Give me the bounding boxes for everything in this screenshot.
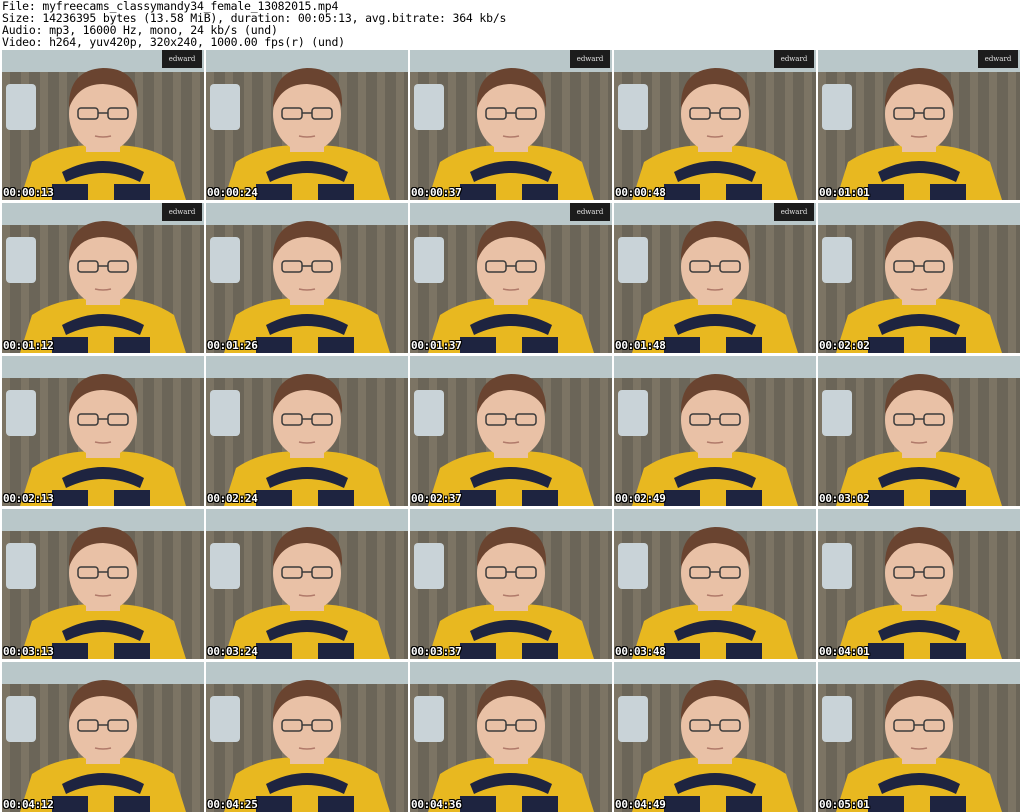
thumbnail-timestamp: 00:01:01 [819, 186, 870, 199]
thumbnail-timestamp: 00:03:37 [411, 645, 462, 658]
thumbnail-frame-image [206, 50, 408, 200]
thumbnail-frame-image [206, 356, 408, 506]
sign-text: edward [577, 55, 604, 63]
thumbnail-timestamp: 00:02:13 [3, 492, 54, 505]
thumbnail-frame-image [206, 509, 408, 659]
thumbnail-timestamp: 00:04:49 [615, 798, 666, 811]
thumbnail-timestamp: 00:01:48 [615, 339, 666, 352]
file-info-header: File: myfreecams_classymandy34_female_13… [2, 0, 1020, 50]
video-thumbnail: 00:03:24 [206, 509, 408, 659]
thumbnail-frame-image [818, 509, 1020, 659]
thumbnail-frame-image: edward [614, 203, 816, 353]
thumbnail-timestamp: 00:04:25 [207, 798, 258, 811]
video-thumbnail: edward 00:01:12 [2, 203, 204, 353]
video-thumbnail: edward 00:01:37 [410, 203, 612, 353]
video-thumbnail: 00:04:01 [818, 509, 1020, 659]
video-thumbnail: 00:04:12 [2, 662, 204, 812]
video-thumbnail: 00:04:25 [206, 662, 408, 812]
thumbnail-timestamp: 00:05:01 [819, 798, 870, 811]
video-thumbnail: 00:03:37 [410, 509, 612, 659]
video-thumbnail: 00:02:37 [410, 356, 612, 506]
thumbnail-timestamp: 00:03:02 [819, 492, 870, 505]
thumbnail-frame-image: edward [2, 203, 204, 353]
thumbnail-frame-image [818, 356, 1020, 506]
video-thumbnail: 00:05:01 [818, 662, 1020, 812]
video-thumbnail: 00:03:02 [818, 356, 1020, 506]
thumbnail-timestamp: 00:00:24 [207, 186, 258, 199]
video-thumbnail: 00:02:49 [614, 356, 816, 506]
thumbnail-frame-image [614, 662, 816, 812]
thumbnail-frame-image [410, 356, 612, 506]
thumbnail-frame-image [614, 356, 816, 506]
thumbnail-frame-image [818, 203, 1020, 353]
video-thumbnail: edward 00:00:13 [2, 50, 204, 200]
video-thumbnail: 00:02:13 [2, 356, 204, 506]
thumbnail-frame-image [2, 356, 204, 506]
sign-text: edward [577, 208, 604, 216]
video-thumbnail: edward 00:01:01 [818, 50, 1020, 200]
thumbnail-timestamp: 00:03:13 [3, 645, 54, 658]
thumbnail-frame-image: edward [2, 50, 204, 200]
thumbnail-frame-image [2, 509, 204, 659]
thumbnail-frame-image [206, 662, 408, 812]
video-thumbnail: 00:01:26 [206, 203, 408, 353]
thumbnail-timestamp: 00:00:37 [411, 186, 462, 199]
thumbnail-timestamp: 00:02:49 [615, 492, 666, 505]
thumbnail-timestamp: 00:04:01 [819, 645, 870, 658]
video-thumbnail: edward 00:00:37 [410, 50, 612, 200]
thumbnail-frame-image [206, 203, 408, 353]
thumbnail-timestamp: 00:02:37 [411, 492, 462, 505]
video-thumbnail: edward 00:01:48 [614, 203, 816, 353]
video-thumbnail: 00:03:48 [614, 509, 816, 659]
thumbnail-timestamp: 00:01:26 [207, 339, 258, 352]
thumbnail-timestamp: 00:01:37 [411, 339, 462, 352]
thumbnail-frame-image [614, 509, 816, 659]
thumbnail-timestamp: 00:04:12 [3, 798, 54, 811]
thumbnail-frame-image [410, 509, 612, 659]
video-thumbnail: 00:03:13 [2, 509, 204, 659]
thumbnail-frame-image: edward [614, 50, 816, 200]
video-thumbnail: 00:00:24 [206, 50, 408, 200]
thumbnail-frame-image: edward [410, 50, 612, 200]
thumbnail-frame-image: edward [410, 203, 612, 353]
thumbnail-timestamp: 00:03:48 [615, 645, 666, 658]
thumbnail-grid: edward 00:00:13 00:00:24 edward 00:00:37 edwa… [2, 50, 1022, 812]
video-thumbnail: 00:04:36 [410, 662, 612, 812]
thumbnail-timestamp: 00:03:24 [207, 645, 258, 658]
sign-text: edward [781, 208, 808, 216]
thumbnail-timestamp: 00:02:02 [819, 339, 870, 352]
thumbnail-frame-image [818, 662, 1020, 812]
video-thumbnail: 00:04:49 [614, 662, 816, 812]
thumbnail-timestamp: 00:00:48 [615, 186, 666, 199]
thumbnail-timestamp: 00:04:36 [411, 798, 462, 811]
thumbnail-frame-image: edward [818, 50, 1020, 200]
thumbnail-timestamp: 00:01:12 [3, 339, 54, 352]
sign-text: edward [781, 55, 808, 63]
sign-text: edward [985, 55, 1012, 63]
sign-text: edward [169, 208, 196, 216]
sign-text: edward [169, 55, 196, 63]
thumbnail-frame-image [2, 662, 204, 812]
thumbnail-frame-image [410, 662, 612, 812]
video-info-line: Video: h264, yuv420p, 320x240, 1000.00 f… [2, 35, 345, 49]
thumbnail-timestamp: 00:00:13 [3, 186, 54, 199]
thumbnail-timestamp: 00:02:24 [207, 492, 258, 505]
video-thumbnail: 00:02:02 [818, 203, 1020, 353]
video-thumbnail: edward 00:00:48 [614, 50, 816, 200]
video-thumbnail: 00:02:24 [206, 356, 408, 506]
